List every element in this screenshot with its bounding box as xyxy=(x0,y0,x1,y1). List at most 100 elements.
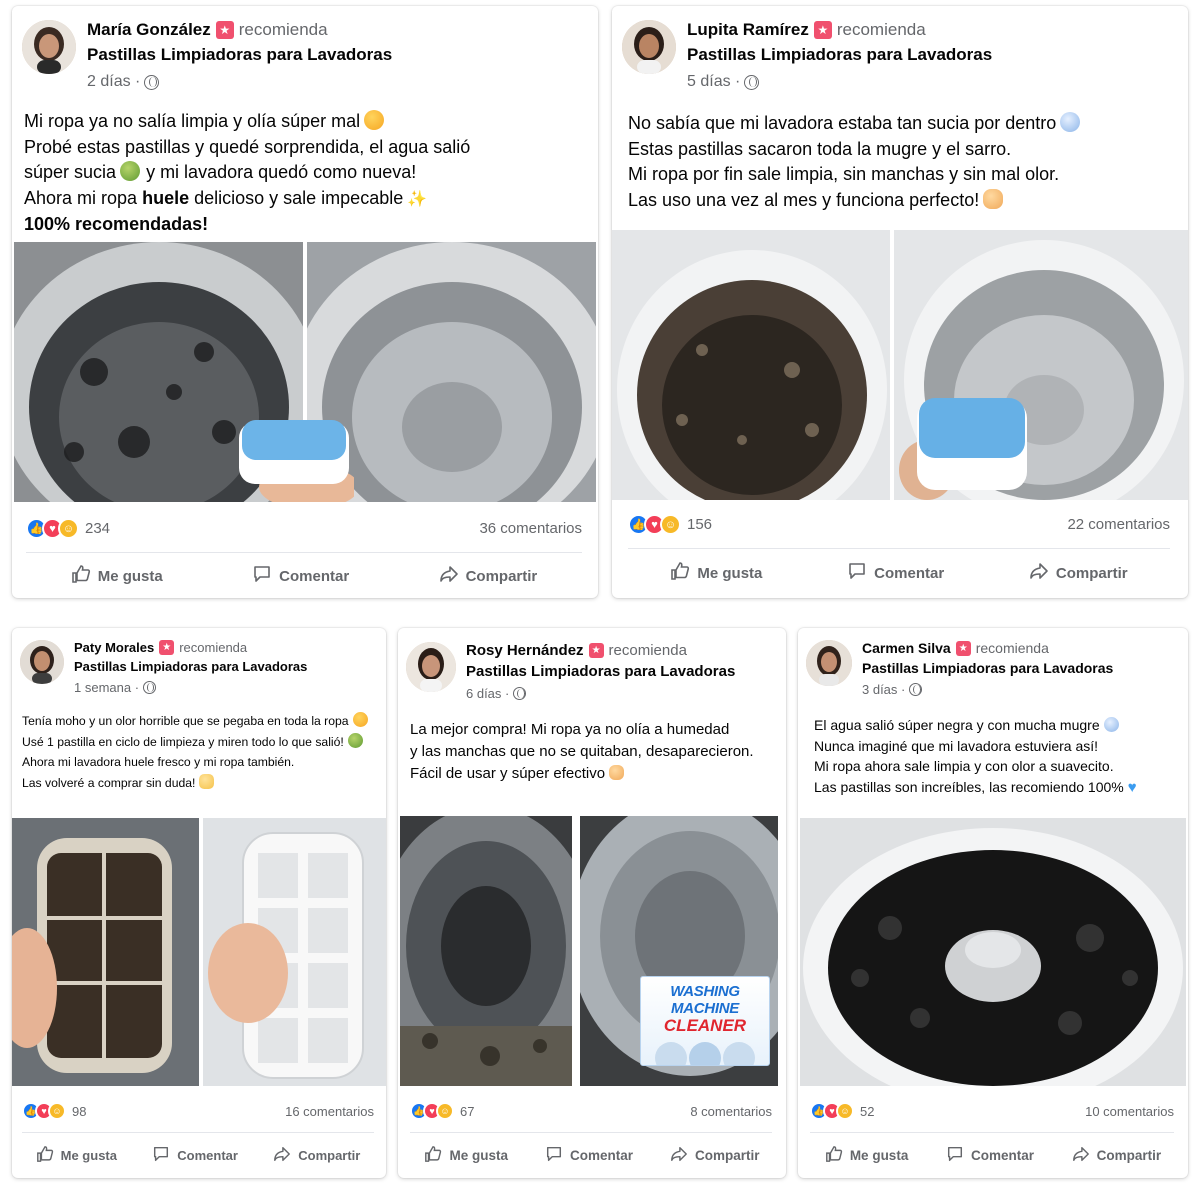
dirty-front-loader-photo[interactable] xyxy=(400,816,572,1086)
comment-bubble-icon xyxy=(847,561,867,585)
avatar[interactable] xyxy=(22,20,76,74)
post-time[interactable]: 6 días xyxy=(466,686,501,701)
text-line: súper sucia xyxy=(24,162,117,182)
comment-count[interactable]: 10 comentarios xyxy=(1085,1104,1174,1119)
share-label: Compartir xyxy=(298,1147,361,1163)
author-name[interactable]: Rosy Hernández xyxy=(466,642,584,659)
dirty-filter-photo[interactable] xyxy=(12,818,199,1086)
comment-count[interactable]: 36 comentarios xyxy=(479,520,582,537)
blue-heart-emoji-icon: ♥ xyxy=(1127,778,1137,796)
product-name[interactable]: Pastillas Limpiadoras para Lavadoras xyxy=(687,45,992,65)
post-time[interactable]: 5 días xyxy=(687,73,731,91)
thumbs-up-icon xyxy=(670,561,690,585)
author-name[interactable]: Lupita Ramírez xyxy=(687,20,809,40)
haha-reaction-icon[interactable]: ☺ xyxy=(58,518,79,539)
post-card: Paty Morales ★ recomienda Pastillas Limp… xyxy=(12,628,386,1178)
recommend-badge-icon: ★ xyxy=(588,643,604,658)
like-button[interactable]: Me gusta xyxy=(36,1145,117,1166)
avatar[interactable] xyxy=(622,20,676,74)
recommend-badge-icon: ★ xyxy=(955,640,971,656)
comment-button[interactable]: Comentar xyxy=(847,561,944,585)
package-tablets-icon xyxy=(655,1042,755,1065)
cleaning-tablet-image xyxy=(897,390,1037,500)
post-header: Carmen Silva ★ recomienda Pastillas Limp… xyxy=(798,628,1188,697)
globe-icon xyxy=(513,687,527,700)
clean-front-loader-photo[interactable]: WASHING MACHINE CLEANER xyxy=(580,816,778,1086)
haha-reaction-icon[interactable]: ☺ xyxy=(660,514,681,535)
text-line: Mi ropa por fin sale limpia, sin manchas… xyxy=(628,164,1060,184)
comment-count[interactable]: 22 comentarios xyxy=(1067,516,1170,533)
separator-dot: · xyxy=(730,73,741,90)
reaction-count[interactable]: 156 xyxy=(687,516,712,533)
share-button[interactable]: Compartir xyxy=(1029,561,1128,585)
comment-button[interactable]: Comentar xyxy=(545,1145,633,1166)
text-line: La mejor compra! Mi ropa ya no olía a hu… xyxy=(410,721,730,738)
divider xyxy=(26,552,582,553)
comment-button[interactable]: Comentar xyxy=(152,1145,238,1166)
share-button[interactable]: Compartir xyxy=(273,1145,360,1166)
reaction-count[interactable]: 52 xyxy=(860,1104,874,1119)
avatar[interactable] xyxy=(806,640,852,686)
author-name[interactable]: María González xyxy=(87,20,211,40)
post-text: Mi ropa ya no salía limpia y olía súper … xyxy=(12,109,598,238)
post-time[interactable]: 3 días xyxy=(862,682,897,697)
avatar[interactable] xyxy=(406,642,456,692)
post-stats: 👍 ♥ ☺ 156 22 comentarios xyxy=(628,514,1170,535)
like-button[interactable]: Me gusta xyxy=(670,561,762,585)
dirty-water-washer-photo[interactable] xyxy=(800,818,1186,1086)
share-arrow-icon xyxy=(670,1145,688,1166)
haha-reaction-icon[interactable]: ☺ xyxy=(836,1102,854,1120)
comment-bubble-icon xyxy=(152,1145,170,1166)
product-name[interactable]: Pastillas Limpiadoras para Lavadoras xyxy=(87,45,392,65)
package-title-line: WASHING MACHINE xyxy=(670,983,740,1017)
text-line: Las pastillas son increíbles, las recomi… xyxy=(814,778,1124,795)
post-header: Rosy Hernández ★ recomienda Pastillas Li… xyxy=(398,628,786,701)
share-button[interactable]: Compartir xyxy=(439,564,537,588)
comment-label: Comentar xyxy=(569,1147,633,1163)
thumbs-up-icon xyxy=(424,1145,442,1166)
haha-reaction-icon[interactable]: ☺ xyxy=(48,1102,66,1120)
post-card: Rosy Hernández ★ recomienda Pastillas Li… xyxy=(398,628,786,1178)
product-name[interactable]: Pastillas Limpiadoras para Lavadoras xyxy=(862,660,1113,676)
product-name[interactable]: Pastillas Limpiadoras para Lavadoras xyxy=(466,663,735,680)
like-button[interactable]: Me gusta xyxy=(71,564,163,588)
divider xyxy=(22,1132,374,1133)
text-line: Las uso una vez al mes y funciona perfec… xyxy=(628,189,980,210)
author-name[interactable]: Carmen Silva xyxy=(862,640,951,656)
comment-label: Comentar xyxy=(970,1147,1034,1163)
like-button[interactable]: Me gusta xyxy=(825,1145,908,1166)
dirty-washer-photo[interactable] xyxy=(612,230,890,500)
tired-face-emoji-icon xyxy=(352,712,368,727)
separator-dot: · xyxy=(130,73,141,90)
comment-count[interactable]: 16 comentarios xyxy=(285,1104,374,1119)
post-time[interactable]: 2 días xyxy=(87,73,131,91)
share-arrow-icon xyxy=(1072,1145,1090,1166)
avatar[interactable] xyxy=(20,640,64,684)
product-name[interactable]: Pastillas Limpiadoras para Lavadoras xyxy=(74,659,307,674)
haha-reaction-icon[interactable]: ☺ xyxy=(436,1102,454,1120)
action-bar: Me gusta Comentar Compartir xyxy=(628,559,1170,587)
text-line: Estas pastillas sacaron toda la mugre y … xyxy=(628,138,1012,159)
post-stats: 👍 ♥ ☺ 234 36 comentarios xyxy=(26,518,582,539)
post-time[interactable]: 1 semana xyxy=(74,680,131,695)
separator-dot: · xyxy=(897,682,906,697)
author-name[interactable]: Paty Morales xyxy=(74,640,154,655)
share-button[interactable]: Compartir xyxy=(1072,1145,1161,1166)
reaction-count[interactable]: 234 xyxy=(85,520,110,537)
reaction-count[interactable]: 67 xyxy=(460,1104,474,1119)
clean-filter-photo[interactable] xyxy=(203,818,386,1086)
share-button[interactable]: Compartir xyxy=(670,1145,760,1166)
product-package-image: WASHING MACHINE CLEANER xyxy=(640,976,770,1066)
action-bar: Me gusta Comentar Compartir xyxy=(406,1142,778,1168)
reaction-count[interactable]: 98 xyxy=(72,1104,86,1119)
comment-button[interactable]: Comentar xyxy=(252,564,349,588)
nauseated-face-emoji-icon xyxy=(347,732,363,748)
comment-button[interactable]: Comentar xyxy=(946,1145,1034,1166)
text-line: delicioso y sale impecable xyxy=(194,187,404,208)
post-text: La mejor compra! Mi ropa ya no olía a hu… xyxy=(398,719,786,785)
like-button[interactable]: Me gusta xyxy=(424,1145,508,1166)
cleaning-tablet-image xyxy=(224,417,359,509)
comment-count[interactable]: 8 comentarios xyxy=(690,1104,772,1119)
ok-hand-emoji-icon xyxy=(983,188,1004,209)
share-label: Compartir xyxy=(694,1147,760,1163)
